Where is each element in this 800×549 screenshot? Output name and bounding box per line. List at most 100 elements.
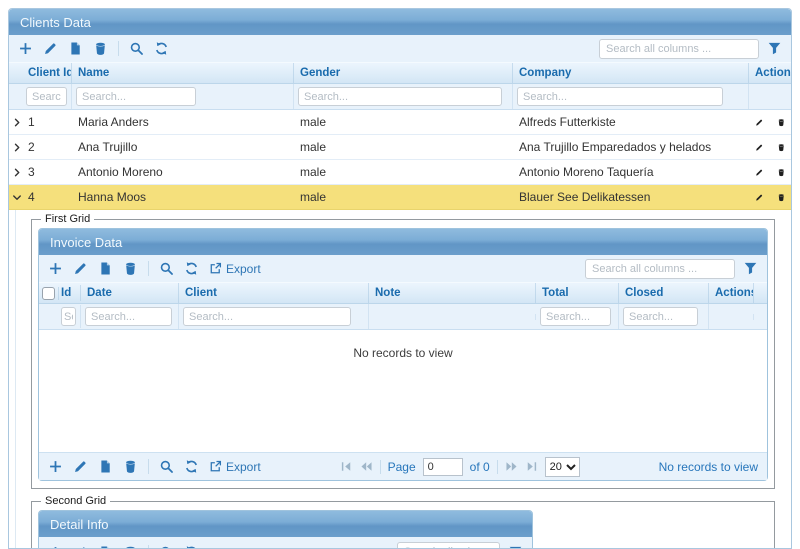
select-all-checkbox[interactable] bbox=[42, 287, 55, 300]
company-cell: Alfreds Futterkiste bbox=[513, 115, 749, 129]
filter-cell-id bbox=[59, 305, 81, 328]
last-page-button[interactable] bbox=[525, 460, 538, 473]
total-filter-input[interactable] bbox=[540, 307, 611, 326]
column-header-client-id[interactable]: Client Id bbox=[22, 63, 72, 83]
edit-row-icon[interactable] bbox=[755, 166, 764, 179]
add-record-icon[interactable] bbox=[48, 459, 63, 474]
column-header-total[interactable]: Total bbox=[536, 283, 619, 303]
delete-row-icon[interactable] bbox=[777, 166, 786, 179]
filter-cell-note bbox=[369, 314, 536, 320]
column-header-company[interactable]: Company bbox=[513, 63, 749, 83]
view-record-icon[interactable] bbox=[98, 261, 113, 276]
client-row[interactable]: 2 Ana Trujillo male Ana Trujillo Empared… bbox=[9, 135, 791, 160]
client-id-filter-input[interactable] bbox=[26, 87, 67, 106]
export-button[interactable]: Export bbox=[209, 262, 261, 276]
search-all-input[interactable] bbox=[599, 39, 759, 59]
name-cell: Hanna Moos bbox=[72, 190, 294, 204]
prev-page-button[interactable] bbox=[360, 460, 373, 473]
export-button[interactable]: Export bbox=[209, 460, 261, 474]
column-header-name[interactable]: Name bbox=[72, 63, 294, 83]
date-filter-input[interactable] bbox=[85, 307, 172, 326]
delete-row-icon[interactable] bbox=[777, 141, 786, 154]
search-all-wrapper bbox=[599, 39, 782, 59]
delete-record-icon[interactable] bbox=[123, 545, 138, 549]
detail-info-grid: Detail Info bbox=[38, 510, 533, 549]
clients-data-grid: Clients Data Client Id Name Gender Compa… bbox=[8, 8, 792, 549]
delete-row-icon[interactable] bbox=[777, 116, 786, 129]
search-all-input[interactable] bbox=[397, 542, 500, 549]
column-header-date[interactable]: Date bbox=[81, 283, 179, 303]
refresh-icon[interactable] bbox=[184, 545, 199, 549]
edit-record-icon[interactable] bbox=[73, 545, 88, 549]
client-id-cell: 4 bbox=[22, 190, 72, 204]
add-record-icon[interactable] bbox=[48, 545, 63, 549]
edit-record-icon[interactable] bbox=[73, 459, 88, 474]
client-filter-input[interactable] bbox=[183, 307, 351, 326]
column-header-gender[interactable]: Gender bbox=[294, 63, 513, 83]
first-grid-fieldset: First Grid Invoice Data bbox=[31, 213, 775, 489]
edit-record-icon[interactable] bbox=[73, 261, 88, 276]
column-header-closed[interactable]: Closed bbox=[619, 283, 709, 303]
page-size-select[interactable]: 20 bbox=[545, 457, 580, 477]
filter-funnel-icon[interactable] bbox=[743, 261, 758, 276]
invoice-grid-body: No records to view bbox=[39, 330, 767, 452]
search-icon[interactable] bbox=[159, 459, 174, 474]
page-input[interactable] bbox=[423, 458, 463, 476]
search-all-input[interactable] bbox=[585, 259, 735, 279]
filter-funnel-icon[interactable] bbox=[767, 41, 782, 56]
search-all-wrapper bbox=[397, 542, 523, 549]
empty-message: No records to view bbox=[353, 346, 452, 360]
search-icon[interactable] bbox=[159, 261, 174, 276]
view-record-icon[interactable] bbox=[98, 545, 113, 549]
refresh-icon[interactable] bbox=[184, 261, 199, 276]
search-icon[interactable] bbox=[129, 41, 144, 56]
row-actions bbox=[749, 191, 791, 204]
id-filter-input[interactable] bbox=[61, 307, 76, 326]
first-page-button[interactable] bbox=[340, 460, 353, 473]
client-id-cell: 3 bbox=[22, 165, 72, 179]
invoice-grid-toolbar: Export bbox=[39, 255, 767, 282]
column-header-client[interactable]: Client bbox=[179, 283, 369, 303]
gender-cell: male bbox=[294, 140, 513, 154]
delete-record-icon[interactable] bbox=[123, 261, 138, 276]
add-record-icon[interactable] bbox=[18, 41, 33, 56]
edit-row-icon[interactable] bbox=[755, 141, 764, 154]
clients-grid-toolbar bbox=[9, 35, 791, 62]
closed-filter-input[interactable] bbox=[623, 307, 698, 326]
next-page-button[interactable] bbox=[505, 460, 518, 473]
client-row[interactable]: 3 Antonio Moreno male Antonio Moreno Taq… bbox=[9, 160, 791, 185]
delete-record-icon[interactable] bbox=[93, 41, 108, 56]
client-row-selected[interactable]: 4 Hanna Moos male Blauer See Delikatesse… bbox=[9, 185, 791, 210]
column-header-note[interactable]: Note bbox=[369, 283, 536, 303]
invoice-grid-titlebar: Invoice Data bbox=[39, 229, 767, 255]
edit-record-icon[interactable] bbox=[43, 41, 58, 56]
add-record-icon[interactable] bbox=[48, 261, 63, 276]
name-cell: Maria Anders bbox=[72, 115, 294, 129]
search-icon[interactable] bbox=[159, 545, 174, 549]
refresh-icon[interactable] bbox=[184, 459, 199, 474]
grid-title: Invoice Data bbox=[50, 235, 122, 250]
expand-row-button[interactable] bbox=[9, 117, 22, 128]
filter-cell-client bbox=[179, 304, 369, 329]
company-filter-input[interactable] bbox=[517, 87, 723, 106]
collapse-row-button[interactable] bbox=[9, 192, 22, 203]
edit-row-icon[interactable] bbox=[755, 116, 764, 129]
refresh-icon[interactable] bbox=[154, 41, 169, 56]
expand-row-button[interactable] bbox=[9, 142, 22, 153]
delete-row-icon[interactable] bbox=[777, 191, 786, 204]
view-record-icon[interactable] bbox=[68, 41, 83, 56]
name-filter-input[interactable] bbox=[76, 87, 196, 106]
filter-funnel-icon[interactable] bbox=[508, 545, 523, 549]
delete-record-icon[interactable] bbox=[123, 459, 138, 474]
edit-row-icon[interactable] bbox=[755, 191, 764, 204]
view-record-icon[interactable] bbox=[98, 459, 113, 474]
client-row[interactable]: 1 Maria Anders male Alfreds Futterkiste bbox=[9, 110, 791, 135]
name-cell: Ana Trujillo bbox=[72, 140, 294, 154]
gender-cell: male bbox=[294, 165, 513, 179]
filter-cell-name bbox=[72, 84, 294, 109]
gender-filter-input[interactable] bbox=[298, 87, 502, 106]
column-header-filler bbox=[754, 289, 767, 297]
expand-row-button[interactable] bbox=[9, 167, 22, 178]
column-header-id[interactable]: Id bbox=[59, 285, 81, 301]
page-label: Page bbox=[388, 460, 416, 474]
